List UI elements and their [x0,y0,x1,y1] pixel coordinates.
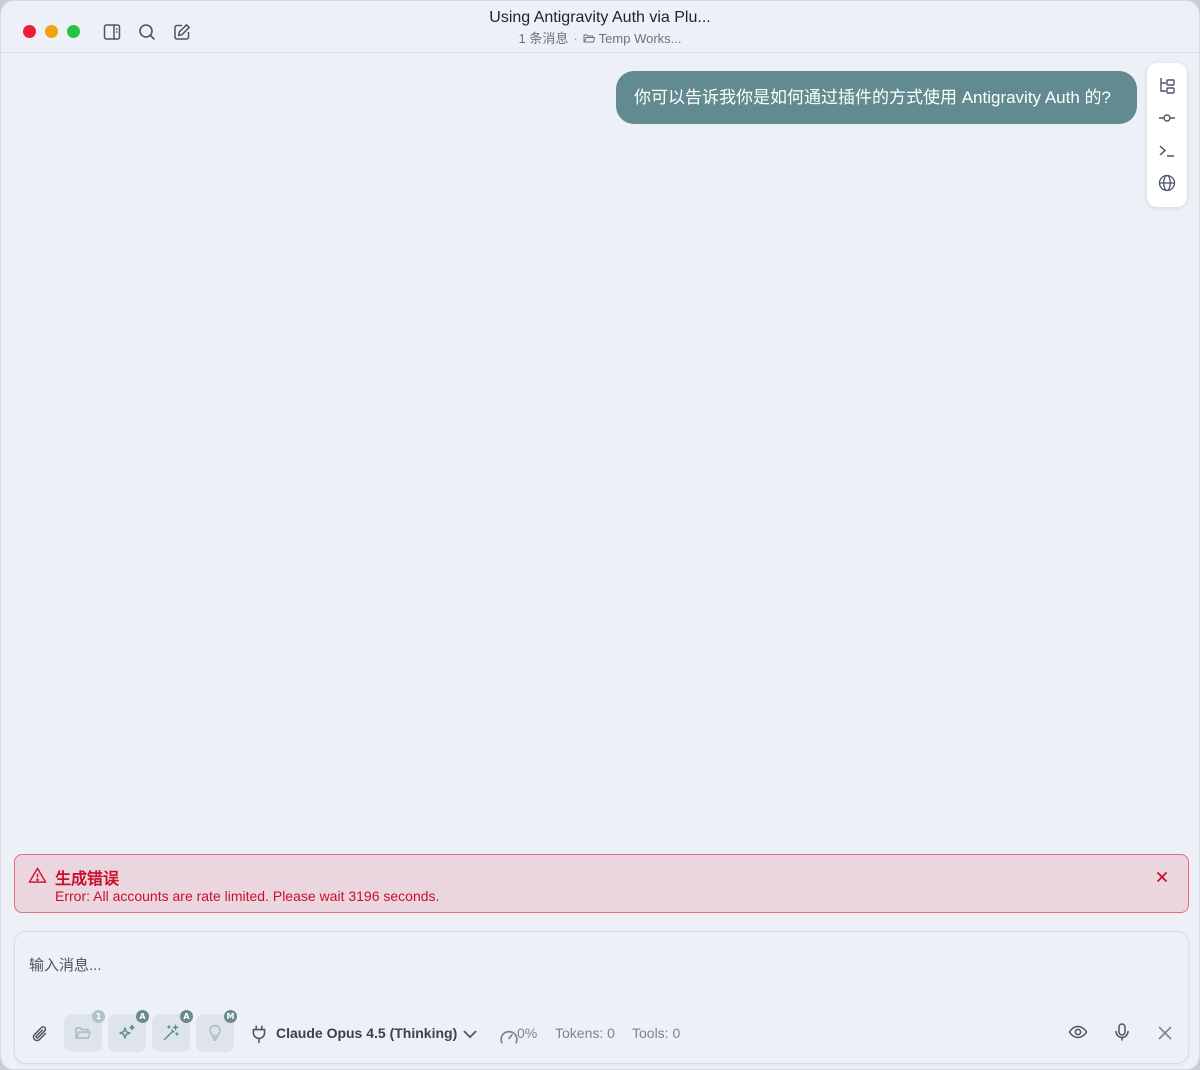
warning-icon [28,866,47,885]
plug-icon [249,1024,267,1044]
magic-wand-icon [162,1024,180,1042]
globe-icon[interactable] [1157,173,1177,193]
error-banner: 生成错误 Error: All accounts are rate limite… [14,854,1189,913]
magic-wand-mode-button[interactable]: A [152,1010,193,1052]
close-icon[interactable] [1155,1023,1173,1041]
chevron-down-icon[interactable] [460,1024,477,1040]
error-title: 生成错误 [55,871,120,888]
gauge-icon [499,1027,518,1044]
error-message: Error: All accounts are rate limited. Pl… [55,888,440,904]
token-count: Tokens: 0 [555,1025,615,1041]
sparkles-icon [118,1024,136,1042]
lightbulb-mode-button[interactable]: M [196,1010,237,1052]
app-window: Using Antigravity Auth via Plu... 1 条消息 ·… [0,0,1200,1070]
terminal-icon[interactable] [1157,141,1177,161]
window-title: Using Antigravity Auth via Plu... [489,9,711,26]
window-subtitle: 1 条消息 · Temp Works... [1,30,1199,48]
mode-badge: 1 [92,1010,105,1023]
workspace-name[interactable]: Temp Works... [599,31,682,46]
side-toolbar [1147,63,1187,207]
sparkles-mode-button[interactable]: A [108,1010,149,1052]
message-count: 1 条消息 [518,31,569,46]
title-block: Using Antigravity Auth via Plu... 1 条消息 ·… [1,8,1199,48]
context-usage: 0% [517,1025,538,1041]
mode-badge: A [136,1010,149,1023]
mode-badge: M [224,1010,237,1023]
microphone-icon[interactable] [1112,1022,1132,1042]
model-selector[interactable]: Claude Opus 4.5 (Thinking) [276,1025,457,1041]
folder-icon [74,1024,92,1042]
commit-icon[interactable] [1157,108,1177,128]
tool-count: Tools: 0 [632,1025,681,1041]
eye-icon[interactable] [1068,1022,1088,1042]
file-tree-icon[interactable] [1157,75,1177,95]
user-message-bubble: 你可以告诉我你是如何通过插件的方式使用 Antigravity Auth 的? [615,71,1137,124]
separator: · [573,31,578,46]
message-composer: 1 A A [14,931,1189,1064]
folder-mode-button[interactable]: 1 [64,1010,105,1052]
mode-badge: A [180,1010,193,1023]
folder-icon [583,31,595,43]
paperclip-icon[interactable] [30,1024,50,1044]
title-bar: Using Antigravity Auth via Plu... 1 条消息 ·… [1,1,1199,53]
lightbulb-icon [206,1024,224,1042]
message-input[interactable] [29,954,929,976]
close-icon[interactable] [1154,869,1170,885]
